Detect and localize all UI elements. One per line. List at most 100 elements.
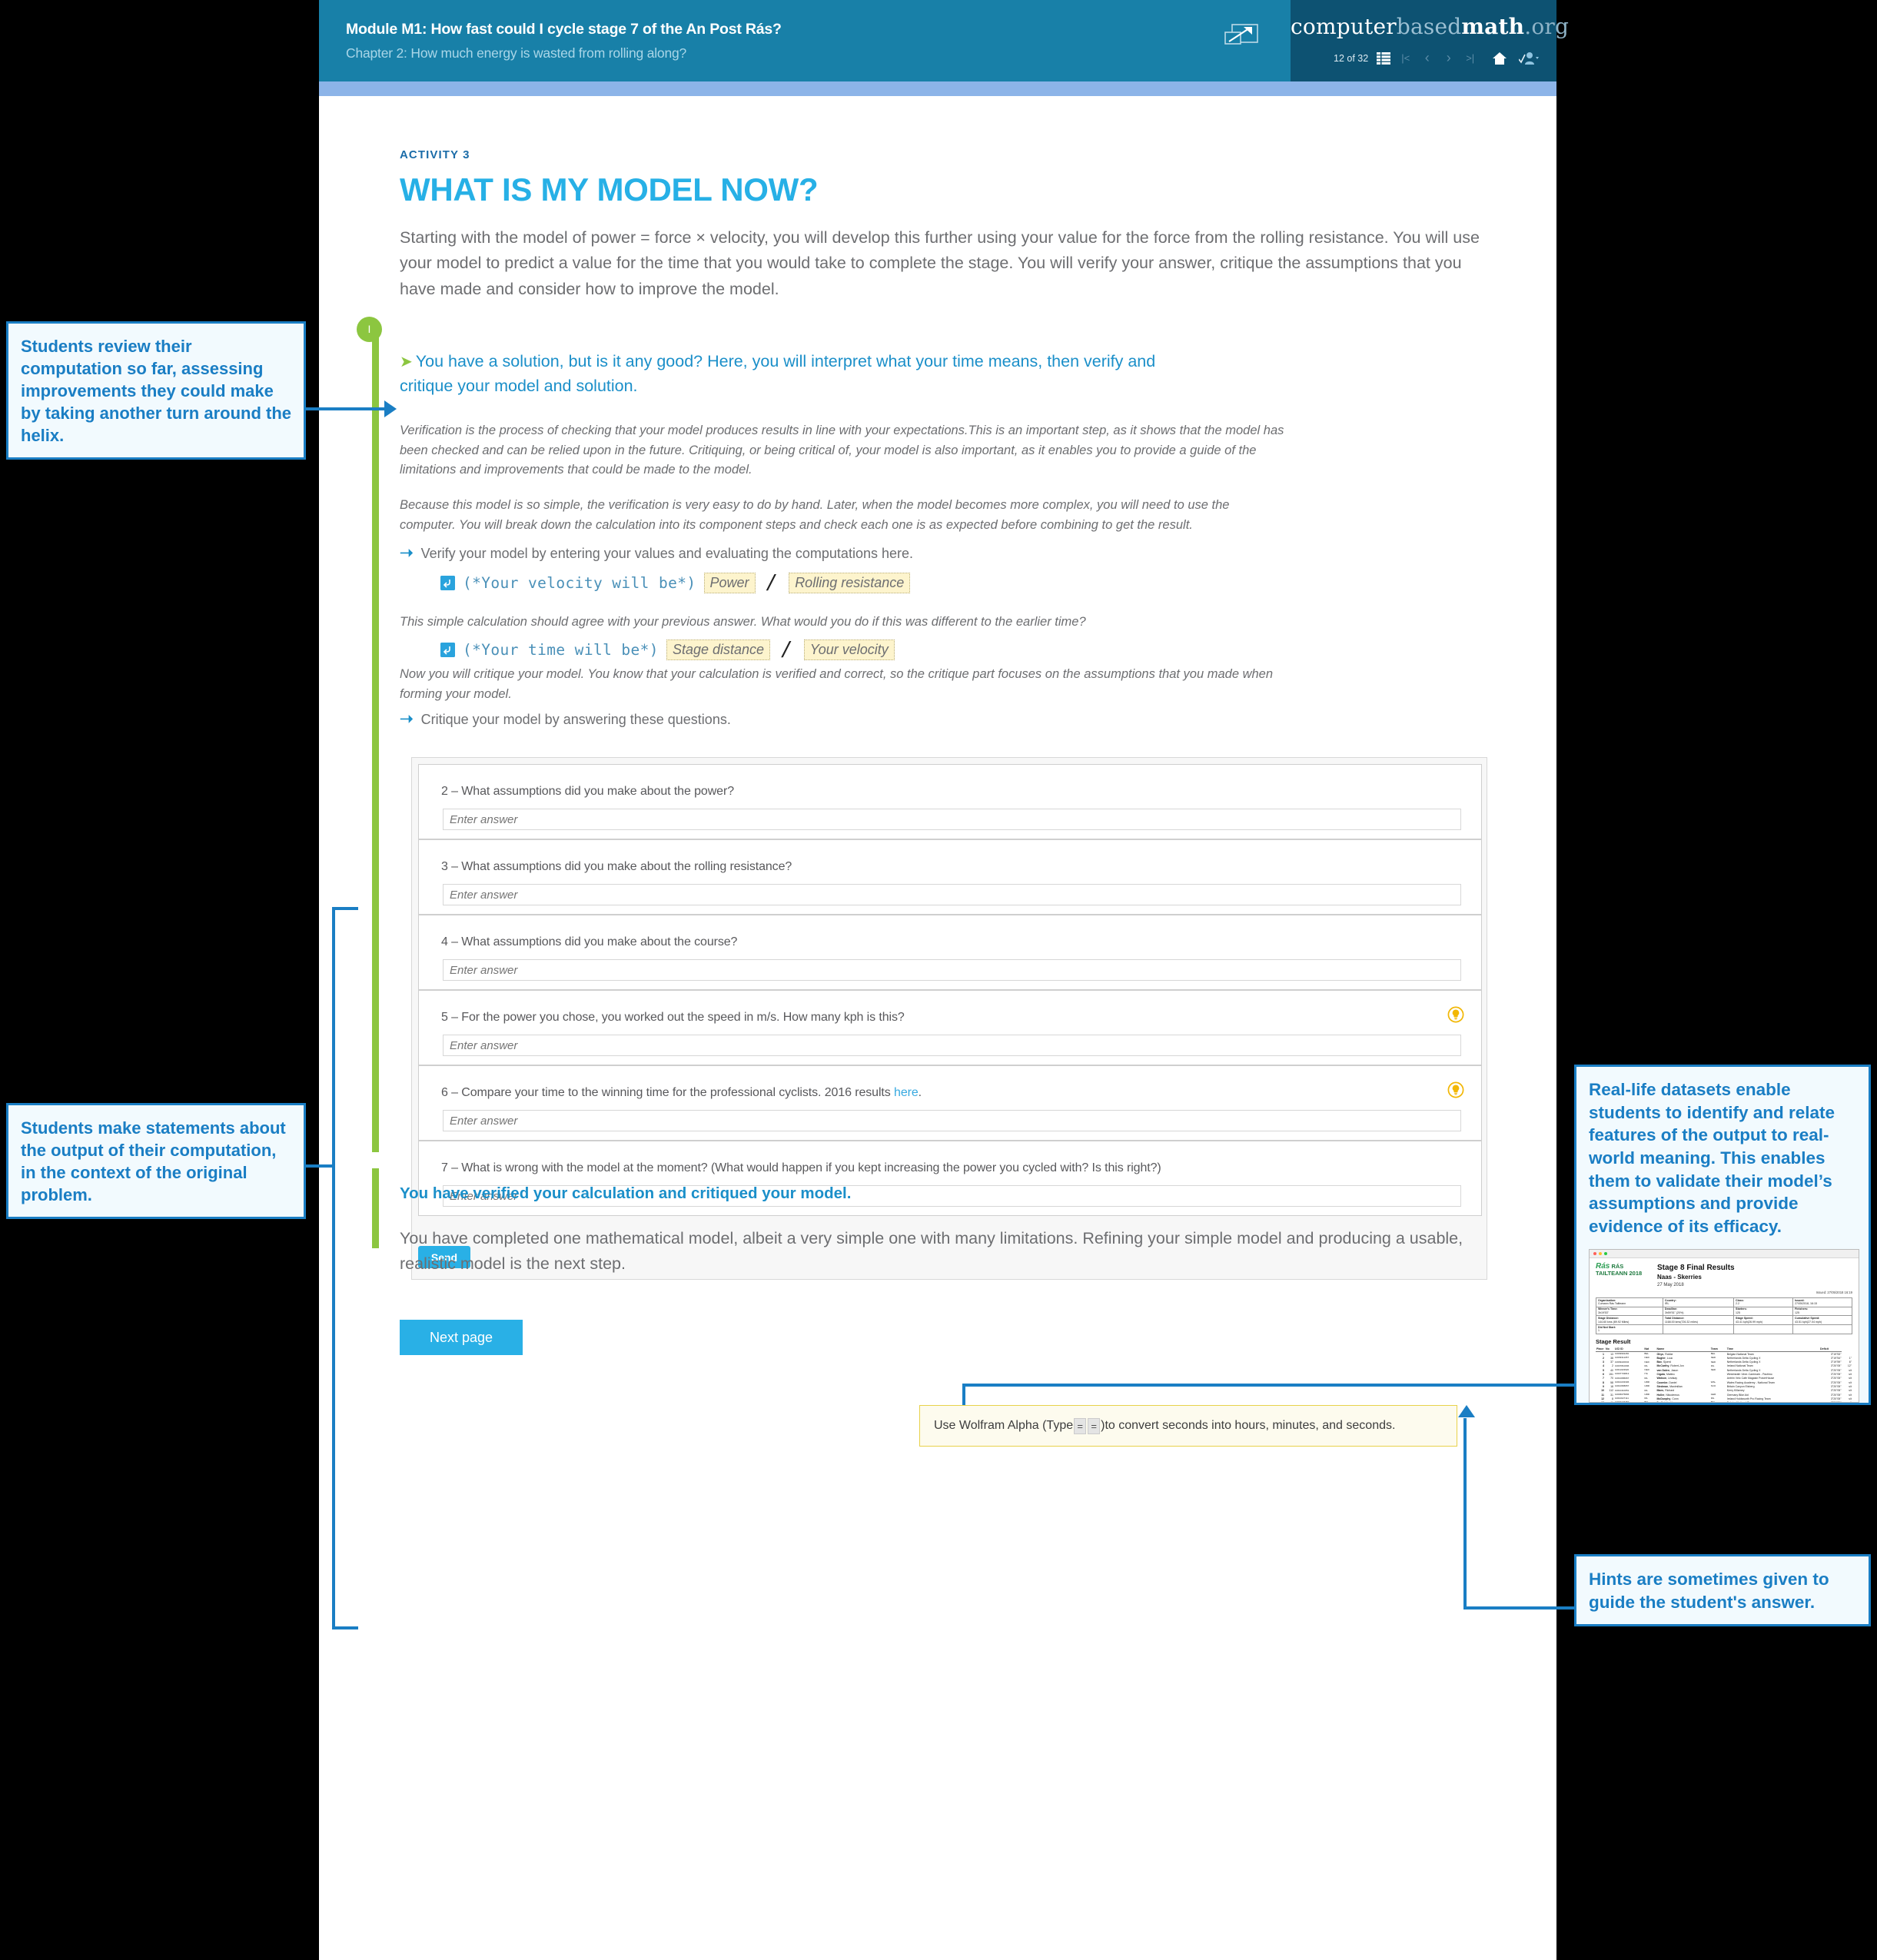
header-title-area: Module M1: How fast could I cycle stage … bbox=[319, 0, 1291, 81]
code-comment-2: (*Your time will be*) bbox=[463, 640, 659, 659]
question-card-2: 2 – What assumptions did you make about … bbox=[418, 764, 1482, 839]
slot-stage-distance[interactable]: Stage distance bbox=[666, 639, 771, 660]
answer-input-3[interactable] bbox=[443, 884, 1461, 905]
brand-based: based bbox=[1396, 14, 1462, 39]
answer-input-4[interactable] bbox=[443, 959, 1461, 981]
question-label-3: 3 – What assumptions did you make about … bbox=[441, 860, 792, 873]
thumbnail-titlebar bbox=[1590, 1249, 1859, 1258]
computation-input-row-1[interactable]: (*Your velocity will be*) Power / Rollin… bbox=[440, 571, 911, 594]
brand-math: math bbox=[1461, 14, 1525, 39]
thumbnail-close-dot bbox=[1593, 1252, 1596, 1256]
page-indicator: 12 of 32 bbox=[1334, 52, 1369, 64]
results-link[interactable]: here bbox=[894, 1086, 919, 1099]
annotation-connector-left-2a bbox=[306, 1164, 335, 1168]
operator-divide-1: / bbox=[766, 571, 779, 594]
table-cell: 3°20"05" bbox=[1819, 1401, 1842, 1402]
hint-tooltip-before: Use Wolfram Alpha (Type bbox=[934, 1419, 1074, 1432]
answer-input-5[interactable] bbox=[443, 1035, 1461, 1056]
page-body: ACTIVITY 3 WHAT IS MY MODEL NOW? Startin… bbox=[319, 96, 1556, 1960]
home-icon[interactable] bbox=[1492, 51, 1507, 65]
annotation-bracket-left-2-bottom bbox=[332, 1626, 358, 1629]
next-page-button[interactable]: Next page bbox=[400, 1320, 523, 1355]
table-of-contents-icon[interactable] bbox=[1377, 51, 1391, 65]
annotation-connector-right-2-riser bbox=[1463, 1418, 1467, 1610]
task-verify-text: Verify your model by entering your value… bbox=[420, 546, 913, 561]
thumbnail-meta-cell: Country: IRL bbox=[1662, 1297, 1735, 1307]
table-cell: Belgian National Team bbox=[1726, 1401, 1819, 1402]
thumbnail-date: 27 May 2018 bbox=[1657, 1282, 1684, 1287]
computation-input-row-2[interactable]: (*Your time will be*) Stage distance / Y… bbox=[440, 638, 895, 661]
annotation-connector-left-1 bbox=[306, 407, 386, 410]
thumbnail-meta-row: Did Not Start: 1 bbox=[1596, 1324, 1852, 1334]
popout-window-icon[interactable] bbox=[1223, 23, 1261, 51]
annotation-connector-right-2 bbox=[1463, 1606, 1576, 1610]
intro-paragraph: Starting with the model of power = force… bbox=[400, 228, 1480, 298]
code-comment-1: (*Your velocity will be*) bbox=[463, 573, 696, 592]
activity-label: ACTIVITY 3 bbox=[400, 148, 470, 161]
question-label-5: 5 – For the power you chose, you worked … bbox=[441, 1011, 905, 1024]
table-cell: De Ketele, Kenny bbox=[1656, 1401, 1709, 1402]
answer-input-2[interactable] bbox=[443, 809, 1461, 830]
hint-key-2: = bbox=[1088, 1417, 1101, 1434]
thumbnail-meta-row: Stage Distance: 144.60 kms (89.92 Miles) T… bbox=[1596, 1315, 1852, 1325]
question-label-7: 7 – What is wrong with the model at the … bbox=[441, 1161, 1161, 1174]
thumbnail-meta-table: Organisation: Cumann Rás Tailteann Country… bbox=[1596, 1297, 1852, 1334]
thumbnail-subtitle: Naas - Skerries bbox=[1657, 1274, 1702, 1281]
chapter-title: Chapter 2: How much energy is wasted fro… bbox=[346, 45, 687, 61]
thumbnail-meta-row: Organisation: Cumann Rás Tailteann Country… bbox=[1596, 1297, 1852, 1307]
thumbnail-meta-cell: Cumulative Speed: 43.51 kph(27.04 mph) bbox=[1792, 1315, 1852, 1325]
slot-rolling-resistance[interactable]: Rolling resistance bbox=[789, 572, 911, 593]
slot-power[interactable]: Power bbox=[703, 572, 756, 593]
thumbnail-maximize-dot bbox=[1604, 1252, 1607, 1256]
page-title: WHAT IS MY MODEL NOW? bbox=[400, 171, 819, 208]
thumbnail-meta-cell: Total Distance: 1168.00 kms(726.32 miles) bbox=[1662, 1315, 1735, 1325]
thumbnail-stage-result-label: Stage Result bbox=[1596, 1337, 1631, 1345]
previous-page-icon[interactable]: ‹ bbox=[1420, 50, 1433, 66]
hint-bulb-icon-6[interactable] bbox=[1447, 1081, 1464, 1098]
annotation-right-datasets-text: Real-life datasets enable students to id… bbox=[1589, 1080, 1835, 1237]
annotation-right-datasets: Real-life datasets enable students to id… bbox=[1574, 1065, 1871, 1405]
question-label-2: 2 – What assumptions did you make about … bbox=[441, 785, 735, 798]
logo-line-1: RÁS bbox=[1611, 1262, 1624, 1270]
thumbnail-meta-cell bbox=[1733, 1324, 1794, 1334]
annotation-connector-right-1 bbox=[962, 1384, 1574, 1387]
next-page-icon[interactable]: › bbox=[1442, 50, 1455, 66]
task-critique-text: Critique your model by answering these q… bbox=[420, 712, 731, 727]
sub-header-band bbox=[319, 81, 1556, 96]
annotation-bracket-left-2 bbox=[332, 907, 335, 1629]
closing-paragraph: You have completed one mathematical mode… bbox=[400, 1229, 1463, 1274]
first-page-icon[interactable]: |< bbox=[1399, 52, 1412, 64]
critique-note: Now you will critique your model. You kn… bbox=[400, 667, 1274, 701]
table-cell: BEL bbox=[1644, 1400, 1649, 1403]
thumbnail-meta-cell: Issued: 27/05/2018, 16:15 bbox=[1792, 1297, 1852, 1307]
brand-logo[interactable]: computerbasedmath.org bbox=[1291, 0, 1569, 39]
table-cell: 10003246753 bbox=[1615, 1400, 1630, 1403]
annotation-right-hints: Hints are sometimes given to guide the s… bbox=[1574, 1554, 1871, 1627]
ras-tailteann-logo: Rás RÁS TAILTEANN 2018 bbox=[1596, 1262, 1653, 1277]
annotation-arrowhead-left-1 bbox=[384, 400, 397, 417]
thumbnail-meta-cell: Finishers: 125 bbox=[1792, 1306, 1852, 1317]
module-title: Module M1: How fast could I cycle stage … bbox=[346, 21, 782, 38]
hint-tooltip-after: )to convert seconds into hours, minutes,… bbox=[1101, 1419, 1396, 1432]
thumbnail-meta-cell: Stage Distance: 144.60 kms (89.92 Miles) bbox=[1596, 1315, 1663, 1325]
results-thumbnail[interactable]: Rás RÁS TAILTEANN 2018 Stage 8 Final Res… bbox=[1589, 1248, 1859, 1403]
answer-input-6[interactable] bbox=[443, 1110, 1461, 1131]
annotation-left-review: Students review their computation so far… bbox=[6, 321, 306, 460]
question-label-6-after: . bbox=[918, 1086, 922, 1099]
input-badge-icon bbox=[440, 642, 455, 657]
hint-key-1: = bbox=[1074, 1417, 1087, 1434]
header-navigation: 12 of 32 |< ‹ › >| bbox=[1291, 50, 1556, 66]
last-page-icon[interactable]: >| bbox=[1463, 52, 1477, 64]
user-account-icon[interactable] bbox=[1519, 51, 1540, 65]
question-card-3: 3 – What assumptions did you make about … bbox=[418, 839, 1482, 915]
input-badge-icon bbox=[440, 575, 455, 590]
thumbnail-minimize-dot bbox=[1599, 1252, 1602, 1256]
question-card-6: 6 – Compare your time to the winning tim… bbox=[418, 1065, 1482, 1141]
annotation-left-statements: Students make statements about the outpu… bbox=[6, 1103, 306, 1220]
thumbnail-meta-cell: Winner's Time: 3h19'53" bbox=[1596, 1306, 1663, 1317]
table-cell: 11 bbox=[1605, 1401, 1614, 1402]
hint-bulb-icon-5[interactable] bbox=[1447, 1006, 1464, 1023]
slot-your-velocity[interactable]: Your velocity bbox=[803, 639, 895, 660]
arrow-right-icon: ➝ bbox=[400, 710, 414, 728]
application-window: Module M1: How fast could I cycle stage … bbox=[319, 0, 1569, 1960]
